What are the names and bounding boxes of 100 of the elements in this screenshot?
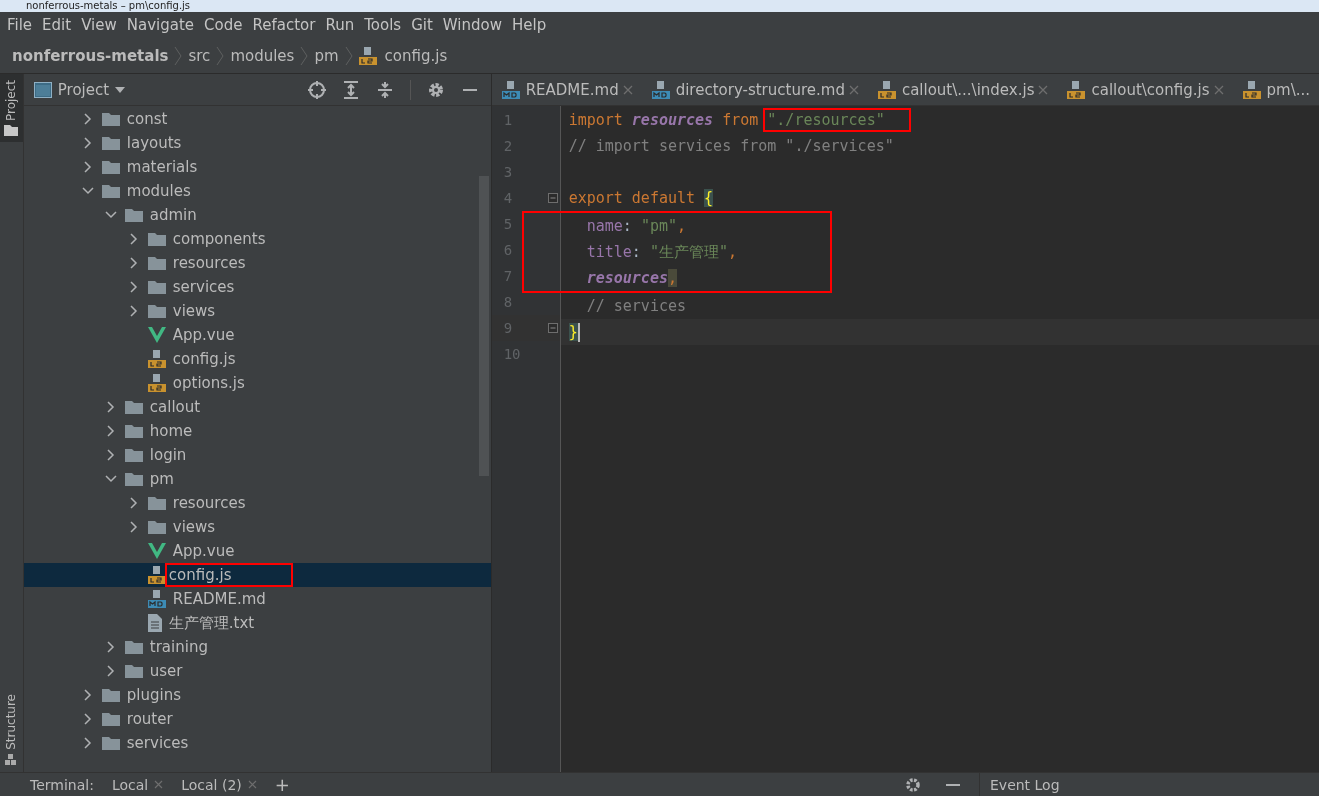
tree-item[interactable]: router — [23, 707, 491, 731]
editor-tab[interactable]: directory-structure.md — [641, 74, 868, 105]
code-line: // services — [585, 297, 687, 315]
tree-item[interactable]: App.vue — [23, 323, 491, 347]
tree-item[interactable]: resources — [23, 251, 491, 275]
collapse-all-icon[interactable] — [375, 80, 394, 99]
tree-item[interactable]: services — [23, 275, 491, 299]
editor-tab[interactable]: pm\... — [1232, 74, 1319, 105]
folder-icon — [147, 256, 166, 270]
chevron-separator-icon — [344, 45, 353, 66]
tree-item[interactable]: views — [23, 299, 491, 323]
folder-icon — [4, 125, 19, 137]
tree-item[interactable]: user — [23, 659, 491, 683]
chevron-right-icon[interactable] — [127, 305, 140, 317]
chevron-right-icon[interactable] — [104, 425, 117, 437]
expand-all-icon[interactable] — [341, 80, 360, 99]
menu-item[interactable]: Help — [506, 14, 552, 36]
chevron-right-icon[interactable] — [81, 689, 94, 701]
tree-item[interactable]: callout — [23, 395, 491, 419]
chevron-right-icon[interactable] — [81, 713, 94, 725]
chevron-down-icon[interactable] — [104, 473, 117, 485]
editor-tab[interactable]: callout\config.js — [1057, 74, 1233, 105]
tree-item[interactable]: layouts — [23, 131, 491, 155]
tree-item[interactable]: admin — [23, 203, 491, 227]
view-selector[interactable]: Project — [33, 80, 126, 99]
terminal-tab[interactable]: Local — [111, 776, 164, 793]
tree-item[interactable]: App.vue — [23, 539, 491, 563]
window-title: nonferrous-metals – pm\config.js — [26, 0, 191, 12]
chevron-right-icon[interactable] — [81, 113, 94, 125]
chevron-right-icon[interactable] — [127, 497, 140, 509]
js-file-icon — [877, 80, 896, 99]
tool-window-tab[interactable]: Project — [0, 74, 23, 143]
tree-item[interactable]: config.js — [23, 347, 491, 371]
breadcrumb-item[interactable]: pm — [314, 46, 339, 65]
chevron-right-icon[interactable] — [127, 233, 140, 245]
folder-icon — [124, 424, 143, 438]
md-file-icon — [501, 80, 520, 99]
fold-marker-icon[interactable] — [547, 193, 558, 203]
tree-item[interactable]: README.md — [23, 587, 491, 611]
chevron-right-icon[interactable] — [81, 737, 94, 749]
menu-item[interactable]: Tools — [359, 14, 407, 36]
breadcrumb-item[interactable]: config.js — [358, 46, 448, 65]
terminal-tab[interactable]: Local (2) — [181, 776, 257, 793]
chevron-down-icon[interactable] — [104, 209, 117, 221]
tree-item[interactable]: training — [23, 635, 491, 659]
menu-item[interactable]: Refactor — [247, 14, 321, 36]
settings-icon[interactable] — [905, 776, 921, 793]
chevron-right-icon[interactable] — [104, 449, 117, 461]
tree-item[interactable]: views — [23, 515, 491, 539]
menu-item[interactable]: Edit — [37, 14, 77, 36]
chevron-right-icon[interactable] — [104, 641, 117, 653]
chevron-right-icon[interactable] — [104, 665, 117, 677]
menu-item[interactable]: File — [2, 14, 38, 36]
chevron-right-icon[interactable] — [127, 281, 140, 293]
tool-window-tab[interactable]: Event Log — [979, 772, 1319, 796]
v-logo-icon — [147, 543, 166, 559]
tree-item[interactable]: plugins — [23, 683, 491, 707]
tree-item[interactable]: resources — [23, 491, 491, 515]
panel-title: Terminal: — [30, 776, 94, 793]
breadcrumb-item[interactable]: modules — [230, 46, 295, 65]
editor-tab[interactable]: README.md — [491, 74, 642, 105]
menu-item[interactable]: Code — [199, 14, 248, 36]
menu-item[interactable]: View — [76, 14, 122, 36]
tree-item[interactable]: services — [23, 731, 491, 755]
tree-item[interactable]: config.js — [23, 563, 491, 587]
chevron-right-icon[interactable] — [127, 257, 140, 269]
tool-window-tab[interactable]: Structure — [0, 688, 23, 772]
tree-item[interactable]: 生产管理.txt — [23, 611, 491, 635]
tree-item[interactable]: home — [23, 419, 491, 443]
menu-item[interactable]: Navigate — [121, 14, 200, 36]
chevron-right-icon[interactable] — [104, 401, 117, 413]
chevron-right-icon[interactable] — [81, 137, 94, 149]
folder-icon — [124, 664, 143, 678]
settings-icon[interactable] — [426, 80, 445, 99]
breadcrumb-item[interactable]: nonferrous-metals — [12, 46, 169, 65]
menu-item[interactable]: Window — [437, 14, 507, 36]
chevron-separator-icon — [216, 45, 225, 66]
chevron-down-icon[interactable] — [81, 185, 94, 197]
tree-item[interactable]: options.js — [23, 371, 491, 395]
breadcrumb-item[interactable]: src — [188, 46, 211, 65]
code-line: name: "pm", — [585, 217, 687, 235]
add-tab-button[interactable]: + — [274, 775, 290, 794]
fold-marker-icon[interactable] — [547, 323, 558, 333]
js-file-icon — [147, 566, 166, 584]
tree-item[interactable]: login — [23, 443, 491, 467]
chevron-right-icon[interactable] — [127, 521, 140, 533]
tree-item[interactable]: pm — [23, 467, 491, 491]
menu-item[interactable]: Run — [320, 14, 360, 36]
locate-icon[interactable] — [307, 80, 326, 99]
folder-icon — [101, 712, 120, 726]
close-icon — [247, 780, 257, 789]
folder-icon — [101, 136, 120, 150]
editor-tab[interactable]: callout\...\index.js — [867, 74, 1058, 105]
tree-item[interactable]: const — [23, 107, 491, 131]
menu-item[interactable]: Git — [406, 14, 438, 36]
chevron-right-icon[interactable] — [81, 161, 94, 173]
tree-item[interactable]: modules — [23, 179, 491, 203]
v-logo-icon — [147, 327, 166, 343]
tree-item[interactable]: components — [23, 227, 491, 251]
tree-item[interactable]: materials — [23, 155, 491, 179]
